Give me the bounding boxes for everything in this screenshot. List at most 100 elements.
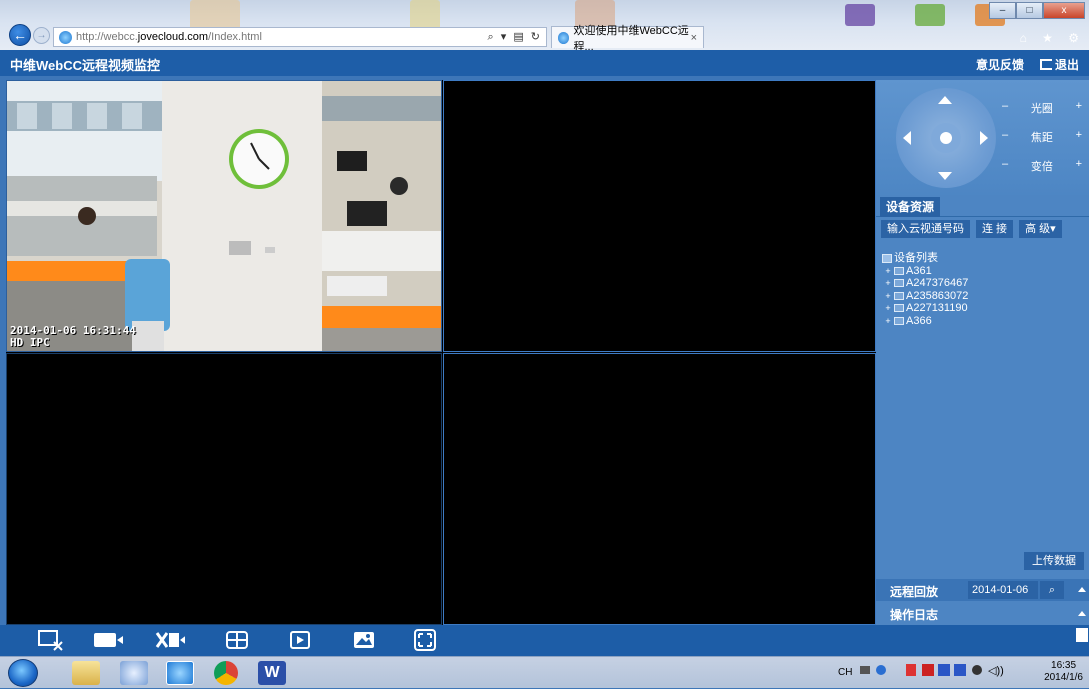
back-button[interactable]: ← [9, 24, 31, 46]
address-tools[interactable]: ⌕ ▾ ▤ ↻ [488, 30, 542, 44]
video-cell-3[interactable] [6, 353, 442, 625]
collapse-icon[interactable] [1078, 611, 1086, 616]
close-window-button[interactable]: x [1043, 2, 1085, 19]
expand-icon[interactable]: + [882, 290, 894, 302]
browser-chrome: ← → http://webcc. jovecloud.com/Index.htm… [0, 0, 1089, 53]
minimize-button[interactable]: – [989, 2, 1016, 19]
clock-time: 16:35 [1051, 660, 1077, 671]
video-toolbar [0, 625, 1089, 656]
expand-icon[interactable]: + [882, 302, 894, 314]
zoom-plus-button[interactable]: + [1076, 158, 1082, 174]
app-title: 中维WebCC远程视频监控 [10, 58, 160, 73]
expand-icon[interactable]: + [882, 277, 894, 289]
video-cell-1[interactable]: 2014-01-06 16:31:44 HD IPC [6, 80, 442, 352]
browser-tab[interactable]: 欢迎使用中维WebCC远程... × [551, 25, 704, 53]
monitor-icon [894, 291, 904, 300]
playback-date-input[interactable]: 2014-01-06 [968, 581, 1038, 599]
snapshot-icon[interactable] [349, 629, 379, 651]
clock-date: 2014/1/6 [1044, 672, 1083, 683]
focus-plus-button[interactable]: + [1076, 129, 1082, 145]
system-clock[interactable]: 16:35 2014/1/6 [1044, 660, 1083, 684]
ie-tab-icon [558, 31, 570, 44]
background-decoration [915, 4, 945, 26]
ptz-joystick[interactable] [896, 88, 996, 188]
video-cell-2[interactable] [443, 80, 876, 352]
fullscreen-icon[interactable] [410, 629, 440, 651]
upload-data-button[interactable]: 上传数据 [1024, 552, 1084, 570]
tab-device-resources[interactable]: 设备资源 [880, 197, 941, 217]
maximize-button[interactable]: □ [1016, 2, 1043, 19]
background-decoration [845, 4, 875, 26]
internet-explorer-icon[interactable] [166, 661, 194, 685]
device-item[interactable]: + A366 [882, 315, 968, 328]
connect-button[interactable]: 连 接 [976, 220, 1014, 238]
video-grid: 2014-01-06 16:31:44 HD IPC [6, 80, 876, 625]
chrome-icon[interactable] [214, 661, 238, 685]
ptz-center-button[interactable] [931, 123, 961, 153]
os-taskbar: W CH ◁)) 16:35 2014/1/6 [0, 656, 1089, 688]
tree-root-label: 设备列表 [894, 252, 938, 265]
feedback-link[interactable]: 意见反馈 [976, 56, 1024, 73]
remote-playback-bar: 远程回放 2014-01-06 ⌕ [876, 579, 1089, 601]
forward-button[interactable]: → [33, 27, 50, 44]
iris-plus-button[interactable]: + [1076, 100, 1082, 116]
device-item[interactable]: + A227131190 [882, 302, 968, 315]
tree-root[interactable]: 设备列表 [882, 252, 968, 265]
file-explorer-icon[interactable] [72, 661, 100, 685]
ptz-down-icon[interactable] [938, 172, 952, 180]
iris-minus-button[interactable]: – [1002, 100, 1008, 116]
monitor-icon [894, 316, 904, 325]
tray-app-icon[interactable] [922, 664, 934, 676]
expand-icon[interactable]: + [882, 265, 894, 277]
tray-app-icon[interactable] [906, 664, 916, 676]
video-cell-4[interactable] [443, 353, 876, 625]
input-method-label[interactable]: CH [838, 667, 852, 678]
help-icon[interactable] [876, 665, 886, 675]
address-bar[interactable]: http://webcc. jovecloud.com/Index.html ⌕ … [53, 27, 547, 47]
media-player-icon[interactable] [120, 661, 148, 685]
zoom-label: 变倍 [1030, 161, 1053, 173]
tab-title: 欢迎使用中维WebCC远程... [573, 24, 689, 53]
device-label: A227131190 [906, 302, 968, 315]
search-icon[interactable]: ⌕ [1040, 581, 1064, 599]
tab-close-button[interactable]: × [691, 32, 697, 44]
collapse-icon[interactable] [1078, 587, 1086, 592]
background-decoration [190, 0, 240, 30]
volume-icon[interactable]: ◁)) [988, 664, 1004, 677]
arrow-left-icon: ← [13, 27, 27, 43]
tray-app-icon[interactable] [938, 664, 950, 676]
ptz-left-icon[interactable] [903, 131, 911, 145]
device-item[interactable]: + A361 [882, 265, 968, 278]
network-icon[interactable] [972, 665, 982, 675]
tray-app-icon[interactable] [954, 664, 966, 676]
logout-label: 退出 [1055, 58, 1080, 72]
resource-tabs: 设备资源 [876, 197, 1089, 217]
logout-icon [1040, 59, 1052, 70]
logout-button[interactable]: 退出 [1040, 56, 1079, 73]
bar-chart-icon[interactable] [1076, 628, 1088, 642]
ptz-right-icon[interactable] [980, 131, 988, 145]
stop-record-icon[interactable] [155, 629, 185, 651]
focus-minus-button[interactable]: – [1002, 129, 1008, 145]
play-icon[interactable] [285, 629, 315, 651]
keyboard-icon[interactable] [860, 666, 870, 674]
close-view-icon[interactable] [35, 629, 65, 651]
background-decoration [410, 0, 440, 30]
cloud-id-input[interactable]: 输入云视通号码 [881, 220, 970, 238]
advanced-dropdown[interactable]: 高 级▾ [1019, 220, 1062, 238]
app-w-icon[interactable]: W [258, 661, 286, 685]
expand-icon[interactable]: + [882, 315, 894, 327]
zoom-minus-button[interactable]: – [1002, 158, 1008, 174]
home-favorites-settings-icons[interactable]: ⌂ ★ ⚙ [1020, 31, 1085, 45]
url-path: /Index.html [208, 31, 262, 43]
layout-icon[interactable] [222, 629, 252, 651]
device-label: A366 [906, 314, 932, 327]
record-icon[interactable] [93, 629, 123, 651]
ptz-up-icon[interactable] [938, 96, 952, 104]
device-item[interactable]: + A247376467 [882, 277, 968, 290]
system-tray: CH ◁)) 16:35 2014/1/6 [820, 657, 1089, 689]
zoom-control: – 变倍 + [1002, 158, 1082, 174]
device-item[interactable]: + A235863072 [882, 290, 968, 303]
start-button[interactable] [8, 659, 38, 687]
video-channel-label: HD IPC [10, 336, 50, 349]
